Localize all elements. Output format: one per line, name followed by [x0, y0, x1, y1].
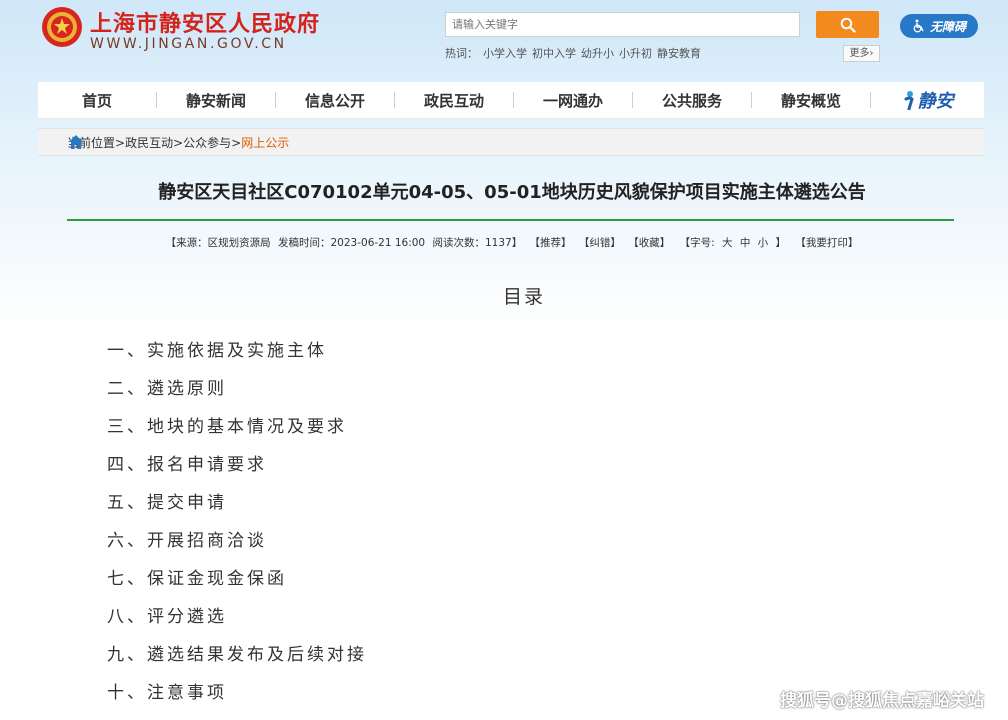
main-nav: 首页 静安新闻 信息公开 政民互动 一网通办 公共服务 静安概览 静安 — [38, 82, 984, 119]
jingan-logo-text: 静安 — [917, 91, 954, 112]
toc-item: 三、地块的基本情况及要求 — [107, 417, 347, 437]
breadcrumb-item[interactable]: 公众参与> — [183, 134, 241, 151]
toc-item: 五、提交申请 — [107, 493, 227, 513]
toc-item: 二、遴选原则 — [107, 379, 227, 399]
title-divider — [67, 219, 954, 221]
favorite-link[interactable]: 【收藏】 — [628, 237, 670, 249]
hot-words-label: 热词： — [445, 47, 478, 60]
hot-word-link[interactable]: 幼升小 — [581, 47, 614, 60]
hot-word-link[interactable]: 初中入学 — [532, 47, 576, 60]
site-url[interactable]: WWW.JINGAN.GOV.CN — [90, 36, 287, 52]
article-views: 阅读次数：1137】 — [432, 237, 523, 249]
toc-item: 六、开展招商洽谈 — [107, 531, 267, 551]
search-input[interactable] — [445, 12, 800, 37]
article-publish-time: 发稿时间：2023-06-21 16:00 — [278, 237, 426, 249]
toc-item: 七、保证金现金保函 — [107, 569, 287, 589]
toc-item: 十、注意事项 — [107, 683, 227, 703]
article-meta: 【来源：区规划资源局 发稿时间：2023-06-21 16:00 阅读次数：11… — [40, 235, 984, 250]
home-icon[interactable] — [68, 134, 84, 150]
font-size-large[interactable]: 大 — [722, 237, 733, 249]
wheelchair-icon — [913, 19, 924, 33]
font-size-label: 【字号: — [679, 237, 715, 249]
recommend-link[interactable]: 【推荐】 — [530, 237, 572, 249]
toc-item: 九、遴选结果发布及后续对接 — [107, 645, 367, 665]
nav-item-one-network[interactable]: 一网通办 — [514, 90, 632, 111]
watermark: 搜狐号@搜狐焦点嘉峪关站 — [780, 691, 984, 711]
search-icon — [840, 17, 856, 33]
nav-item-home[interactable]: 首页 — [38, 90, 156, 111]
toc-item: 四、报名申请要求 — [107, 455, 267, 475]
nav-item-public-service[interactable]: 公共服务 — [633, 90, 751, 111]
breadcrumb-current[interactable]: 网上公示 — [241, 134, 289, 151]
jingan-logo[interactable]: 静安 — [871, 87, 984, 113]
article-title: 静安区天目社区C070102单元04-05、05-01地块历史风貌保护项目实施主… — [158, 182, 866, 203]
font-size-medium[interactable]: 中 — [740, 237, 751, 249]
hot-word-link[interactable]: 静安教育 — [657, 47, 701, 60]
search-button[interactable] — [816, 11, 879, 38]
page: 上海市静安区人民政府 WWW.JINGAN.GOV.CN 无障碍 热词： 小学入学… — [0, 0, 1008, 720]
hot-words: 热词： 小学入学 初中入学 幼升小 小升初 静安教育 — [445, 45, 706, 61]
font-size-small[interactable]: 小 — [758, 237, 769, 249]
nav-item-info-disclosure[interactable]: 信息公开 — [276, 90, 394, 111]
jingan-logo-icon — [904, 91, 914, 110]
correction-link[interactable]: 【纠错】 — [579, 237, 621, 249]
table-of-contents: 一、实施依据及实施主体 二、遴选原则 三、地块的基本情况及要求 四、报名申请要求… — [107, 338, 367, 718]
breadcrumb-item[interactable]: 政民互动> — [125, 134, 183, 151]
article-source: 【来源：区规划资源局 — [165, 237, 271, 249]
font-size-close: 】 — [775, 237, 787, 249]
toc-item: 八、评分遴选 — [107, 607, 227, 627]
site-title[interactable]: 上海市静安区人民政府 — [90, 6, 320, 38]
print-link[interactable]: 【我要打印】 — [795, 237, 858, 249]
font-size-control: 【字号: 大 中 小 】 — [678, 237, 788, 249]
nav-item-news[interactable]: 静安新闻 — [157, 90, 275, 111]
toc-item: 一、实施依据及实施主体 — [107, 341, 327, 361]
national-emblem-icon — [42, 7, 82, 47]
hot-word-link[interactable]: 小升初 — [619, 47, 652, 60]
breadcrumb: 当前位置> 政民互动> 公众参与> 网上公示 — [38, 128, 984, 156]
nav-item-overview[interactable]: 静安概览 — [752, 90, 870, 111]
more-button[interactable]: 更多› — [843, 45, 880, 62]
hot-word-link[interactable]: 小学入学 — [483, 47, 527, 60]
accessibility-button[interactable]: 无障碍 — [900, 14, 978, 38]
toc-heading: 目录 — [502, 286, 545, 308]
accessibility-label: 无障碍 — [929, 19, 966, 34]
nav-item-interaction[interactable]: 政民互动 — [395, 90, 513, 111]
